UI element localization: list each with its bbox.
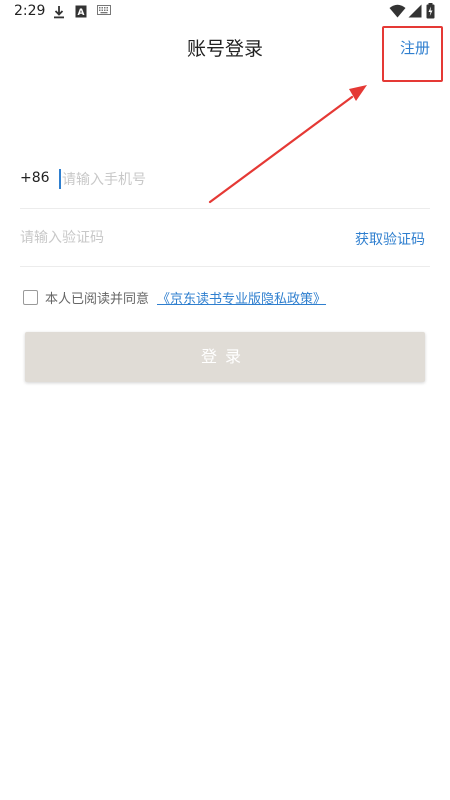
download-icon (54, 6, 64, 19)
agree-checkbox[interactable] (23, 290, 38, 305)
country-code[interactable]: +86 (20, 170, 50, 186)
privacy-policy-link[interactable]: 《京东读书专业版隐私政策》 (157, 288, 326, 307)
status-time: 2:29 (14, 3, 46, 19)
keyboard-icon (97, 5, 111, 15)
phone-input[interactable] (62, 166, 362, 194)
a-notification-icon: A (75, 5, 87, 18)
verification-code-input[interactable] (20, 224, 270, 252)
svg-text:A: A (78, 8, 85, 18)
login-button[interactable]: 登录 (25, 332, 425, 382)
phone-row: +86 (20, 152, 430, 209)
wifi-icon (389, 4, 406, 18)
annotation-arrow-icon (208, 85, 367, 204)
battery-charging-icon (426, 3, 435, 19)
agree-text: 本人已阅读并同意 (45, 292, 150, 307)
code-row: 获取验证码 (20, 210, 430, 267)
signal-icon (408, 4, 422, 18)
get-code-button[interactable]: 获取验证码 (355, 229, 425, 249)
text-cursor (59, 169, 61, 189)
status-bar: 2:29 A (0, 0, 450, 24)
annotation-highlight-box (382, 26, 443, 82)
